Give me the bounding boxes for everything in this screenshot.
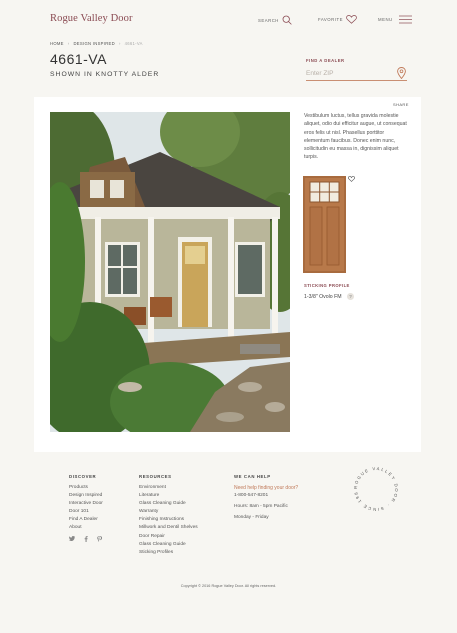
footer-link[interactable]: Glass Cleaning Guide (139, 541, 198, 549)
footer-link[interactable]: Products (69, 484, 103, 492)
svg-text:ROGUE VALLEY DOOR · SINCE 1981: ROGUE VALLEY DOOR · SINCE 1981 · (351, 464, 399, 512)
footer-link[interactable]: Finishing Instructions (139, 516, 198, 524)
business-days: Monday - Friday (234, 515, 269, 520)
site-logo[interactable]: Rogue Valley Door (50, 13, 133, 24)
door-thumbnail[interactable] (303, 176, 346, 273)
favorite-label: FAVORITE (318, 17, 343, 22)
help-finding-door-link[interactable]: Need help finding your door? (234, 485, 298, 491)
footer-link[interactable]: Door Repair (139, 533, 198, 541)
chevron-right-icon: › (67, 41, 70, 46)
chevron-right-icon: › (118, 41, 121, 46)
sticking-profile-label: STICKING PROFILE (304, 283, 350, 288)
footer-resources-heading: RESOURCES (139, 474, 172, 479)
footer-link[interactable]: Find A Dealer (69, 516, 103, 524)
product-description: Vestibulum luctus, tellus gravida molest… (304, 113, 407, 161)
breadcrumb: HOME › DESIGN INSPIRED › 4661-VA (50, 41, 143, 46)
footer-link[interactable]: Literature (139, 492, 198, 500)
brand-seal: ROGUE VALLEY DOOR · SINCE 1981 · (351, 464, 399, 512)
breadcrumb-current: 4661-VA (124, 41, 143, 46)
footer-link[interactable]: Design Inspired (69, 492, 103, 500)
search-label: SEARCH (258, 17, 279, 23)
find-dealer-label: FIND A DEALER (306, 58, 345, 63)
social-links (69, 536, 102, 542)
menu-button[interactable]: MENU (378, 15, 412, 24)
hamburger-icon (398, 15, 412, 24)
business-hours: Hours: 8am - 5pm Pacific (234, 504, 288, 509)
zip-input[interactable] (306, 67, 407, 81)
favorite-button[interactable]: FAVORITE (318, 15, 357, 24)
page-subtitle: SHOWN IN KNOTTY ALDER (50, 71, 160, 78)
site-header: Rogue Valley Door SEARCH FAVORITE MENU (0, 0, 457, 40)
seal-text: ROGUE VALLEY DOOR · SINCE 1981 · (351, 464, 398, 512)
share-button[interactable]: SHARE (393, 102, 409, 107)
heart-icon (346, 15, 357, 24)
pinterest-icon[interactable] (97, 536, 102, 542)
location-pin-icon[interactable] (397, 67, 406, 79)
footer-link[interactable]: Environment (139, 484, 198, 492)
menu-label: MENU (378, 17, 393, 22)
footer-discover-list: Products Design Inspired Interactive Doo… (69, 484, 103, 533)
sticking-profile-value: 1-3/8" Ovolo FM (304, 294, 342, 300)
breadcrumb-design-inspired[interactable]: DESIGN INSPIRED (73, 41, 115, 46)
twitter-icon[interactable] (69, 536, 75, 541)
copyright: Copyright © 2016 Rogue Valley Door. All … (180, 584, 277, 588)
footer-link[interactable]: Millwork and Dentil Shelves (139, 524, 198, 532)
page-title: 4661-VA (50, 51, 107, 67)
footer-resources-list: Environment Literature Glass Cleaning Gu… (139, 484, 198, 557)
product-photo (50, 112, 290, 432)
footer-link[interactable]: Warranty (139, 508, 198, 516)
search-icon (282, 15, 292, 25)
footer-link[interactable]: Door 101 (69, 508, 103, 516)
search-button[interactable]: SEARCH (258, 15, 292, 25)
footer-discover-heading: DISCOVER (69, 474, 97, 479)
phone-number[interactable]: 1-800-547-8201 (234, 493, 268, 498)
footer-link[interactable]: Sticking Profiles (139, 549, 198, 557)
footer-link[interactable]: Interactive Door (69, 500, 103, 508)
breadcrumb-home[interactable]: HOME (50, 41, 64, 46)
help-icon[interactable]: ? (347, 293, 354, 300)
heart-icon[interactable] (348, 176, 355, 182)
footer-help-heading: WE CAN HELP (234, 474, 271, 479)
footer-link[interactable]: Glass Cleaning Guide (139, 500, 198, 508)
facebook-icon[interactable] (84, 536, 88, 542)
footer-link[interactable]: About (69, 524, 103, 532)
